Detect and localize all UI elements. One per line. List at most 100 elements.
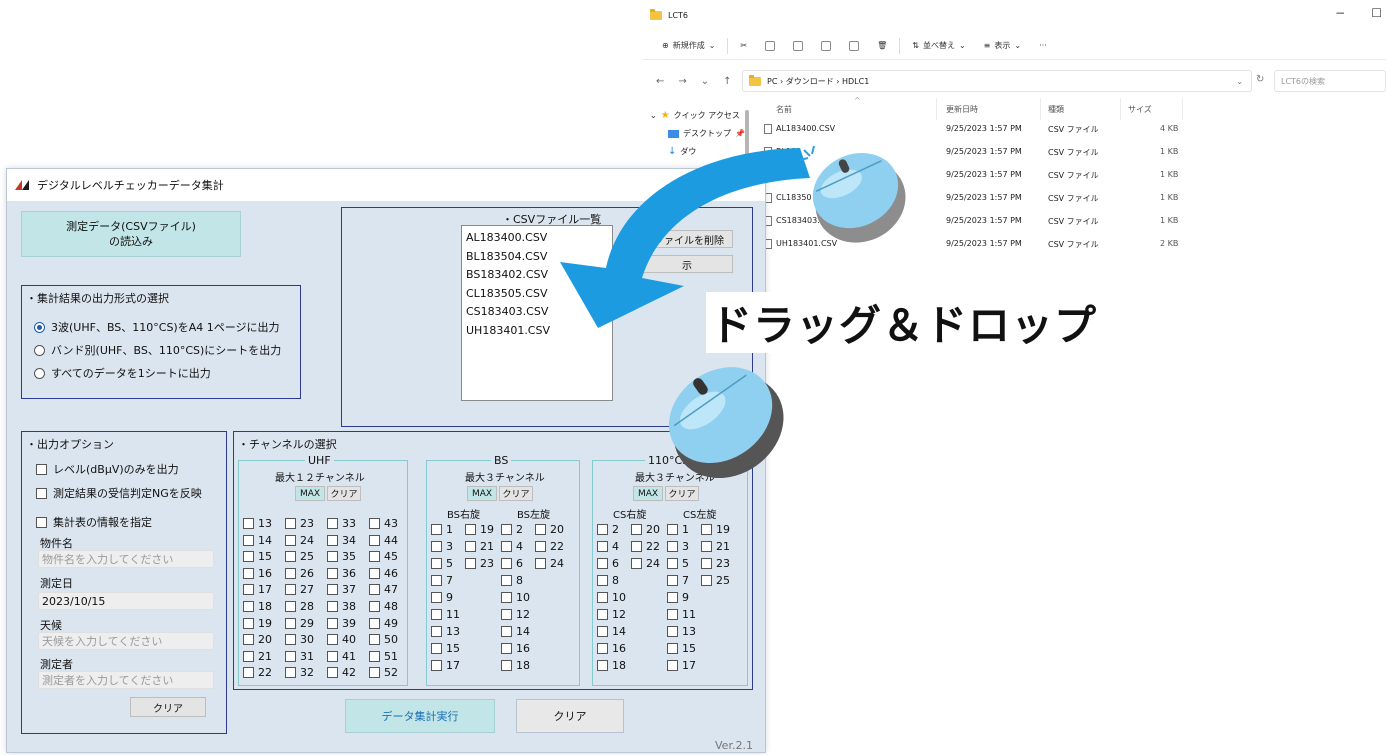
load-csv-button[interactable]: 測定データ(CSVファイル) の読込み [21,211,241,257]
checkbox[interactable] [597,626,608,637]
uhf-clear-button[interactable]: クリア [327,486,361,501]
channel-checkbox[interactable]: 10 [597,591,626,604]
channel-checkbox[interactable]: 23 [465,557,494,570]
more-button[interactable]: ··· [1033,39,1053,52]
weather-input[interactable] [38,632,214,650]
channel-checkbox[interactable]: 4 [597,540,619,553]
checkbox[interactable] [285,534,296,546]
checkbox[interactable] [431,558,442,569]
forward-arrow-icon[interactable]: → [678,76,686,87]
checkbox[interactable] [501,609,512,620]
reflect-ng-checkbox[interactable]: 測定結果の受信判定NGを反映 [36,485,202,501]
checkbox[interactable] [631,524,642,535]
channel-checkbox[interactable]: 14 [597,625,626,638]
checkbox[interactable] [285,601,296,612]
channel-checkbox[interactable]: 19 [243,617,272,630]
csv-file-item[interactable]: CL183505.CSV [466,285,608,304]
channel-checkbox[interactable]: 38 [327,600,356,613]
checkbox[interactable] [369,518,380,529]
checkbox[interactable] [597,541,608,552]
checkbox[interactable] [243,518,254,529]
back-arrow-icon[interactable]: ← [656,76,664,87]
channel-checkbox[interactable]: 21 [701,540,730,553]
checkbox[interactable] [465,541,476,552]
checkbox[interactable] [501,643,512,654]
checkbox[interactable] [327,617,338,629]
channel-checkbox[interactable]: 49 [369,617,398,630]
checkbox[interactable] [431,660,442,671]
csv-file-item[interactable]: BL183504.CSV [466,248,608,267]
channel-checkbox[interactable]: 27 [285,583,314,596]
channel-checkbox[interactable]: 42 [327,666,356,679]
share-button[interactable] [843,39,865,53]
channel-checkbox[interactable]: 15 [243,550,272,563]
channel-checkbox[interactable]: 40 [327,633,356,646]
channel-checkbox[interactable]: 48 [369,600,398,613]
channel-checkbox[interactable]: 16 [243,567,272,580]
channel-checkbox[interactable]: 3 [667,540,689,553]
checkbox[interactable] [431,626,442,637]
channel-checkbox[interactable]: 46 [369,567,398,580]
checkbox[interactable] [327,634,338,646]
checkbox[interactable] [501,660,512,671]
checkbox[interactable] [701,541,712,552]
execute-aggregation-button[interactable]: データ集計実行 [345,699,495,733]
checkbox[interactable] [285,667,296,679]
checkbox[interactable] [701,524,712,535]
checkbox[interactable] [501,541,512,552]
output-format-option-one-sheet[interactable]: すべてのデータを1シートに出力 [34,365,211,381]
close-icon[interactable]: ✕ [733,173,746,191]
channel-checkbox[interactable]: 31 [285,650,314,663]
checkbox[interactable] [327,518,338,529]
checkbox[interactable] [327,584,338,596]
channel-checkbox[interactable]: 8 [597,574,619,587]
radio-selected[interactable] [34,321,45,333]
checkbox[interactable] [243,650,254,662]
checkbox[interactable] [431,524,442,535]
checkbox[interactable] [243,551,254,563]
checkbox[interactable] [369,667,380,679]
checkbox[interactable] [36,463,47,475]
channel-checkbox[interactable]: 28 [285,600,314,613]
address-bar[interactable]: PC › ダウンロード › HDLC1 ⌄ [742,70,1252,92]
channel-checkbox[interactable]: 4 [501,540,523,553]
cs-clear-button[interactable]: クリア [665,486,699,501]
property-name-input[interactable] [38,550,214,568]
checkbox[interactable] [701,575,712,586]
checkbox[interactable] [597,575,608,586]
checkbox[interactable] [327,551,338,563]
file-row[interactable]: UH183401.CSV 9/25/2023 1:57 PM CSV ファイル 2 K… [760,235,1386,257]
cut-button[interactable]: ✂ [734,39,753,52]
channel-checkbox[interactable]: 2 [501,523,523,536]
checkbox[interactable] [327,650,338,662]
checkbox[interactable] [36,516,47,528]
channel-checkbox[interactable]: 29 [285,617,314,630]
checkbox[interactable] [369,584,380,596]
checkbox[interactable] [369,634,380,646]
csv-file-item[interactable]: CS183403.CSV [466,303,608,322]
bs-clear-button[interactable]: クリア [499,486,533,501]
channel-checkbox[interactable]: 21 [243,650,272,663]
checkbox[interactable] [243,617,254,629]
channel-checkbox[interactable]: 13 [431,625,460,638]
channel-checkbox[interactable]: 52 [369,666,398,679]
checkbox[interactable] [327,601,338,612]
cs-max-button[interactable]: MAX [633,486,663,501]
file-row[interactable]: CL18350 9/25/2023 1:57 PM CSV ファイル 1 KB [760,189,1386,211]
column-header-date[interactable]: 更新日時 [946,104,978,115]
checkbox[interactable] [501,524,512,535]
new-button[interactable]: ⊕ 新規作成 ⌄ [656,38,721,53]
chevron-down-icon[interactable]: ⌄ [1236,77,1243,86]
channel-checkbox[interactable]: 20 [631,523,660,536]
channel-checkbox[interactable]: 11 [667,608,696,621]
checkbox[interactable] [667,541,678,552]
checkbox[interactable] [369,567,380,579]
info-clear-button[interactable]: クリア [130,697,206,717]
channel-checkbox[interactable]: 30 [285,633,314,646]
copy-button[interactable] [759,39,781,53]
checkbox[interactable] [667,558,678,569]
checkbox[interactable] [667,592,678,603]
checkbox[interactable] [431,643,442,654]
channel-checkbox[interactable]: 6 [597,557,619,570]
channel-checkbox[interactable]: 11 [431,608,460,621]
